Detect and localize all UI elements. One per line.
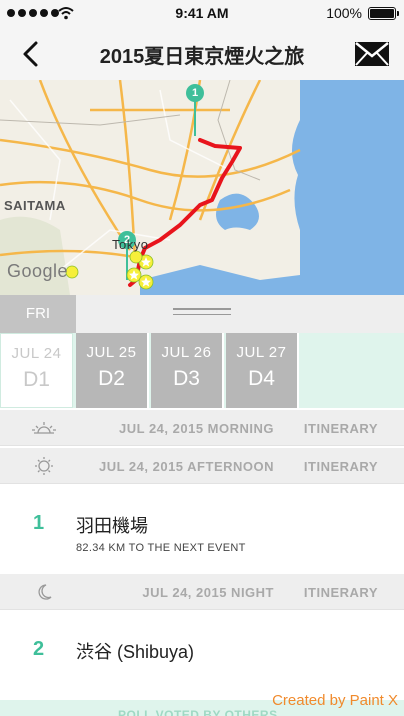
tab-day-4[interactable]: JUL 27 D4 xyxy=(226,333,299,408)
chevron-left-icon xyxy=(23,41,38,67)
status-bar: 9:41 AM 100% xyxy=(0,0,404,28)
day-tabs: JUL 24 D1 JUL 25 D2 JUL 26 D3 JUL 27 D4 xyxy=(0,333,404,408)
tab-day-number: D4 xyxy=(248,367,275,390)
event-title: 渋谷 (Shibuya) xyxy=(76,642,195,662)
tab-date: JUL 27 xyxy=(236,344,287,361)
section-label: JUL 24, 2015 AFTERNOON xyxy=(99,459,274,474)
weekday-label: FRI xyxy=(0,295,76,333)
section-label: JUL 24, 2015 MORNING xyxy=(119,421,274,436)
tab-date: JUL 26 xyxy=(161,344,212,361)
page-title: 2015夏日東京煙火之旅 xyxy=(99,46,305,68)
event-distance: 82.34 KM TO THE NEXT EVENT xyxy=(76,542,246,554)
poll-label: POLL VOTED BY OTHERS xyxy=(118,708,278,716)
tab-date: JUL 25 xyxy=(86,344,137,361)
event-number: 1 xyxy=(33,512,45,534)
tab-day-2[interactable]: JUL 25 D2 xyxy=(76,333,149,408)
tab-day-1[interactable]: JUL 24 D1 xyxy=(0,333,73,408)
tab-day-3[interactable]: JUL 26 D3 xyxy=(151,333,224,408)
nav-bar: 2015夏日東京煙火之旅 xyxy=(0,28,404,80)
event-number: 2 xyxy=(33,638,45,660)
event-row-1[interactable]: 1 羽田機場 82.34 KM TO THE NEXT EVENT xyxy=(0,486,404,574)
section-label: JUL 24, 2015 NIGHT xyxy=(142,585,274,600)
itinerary-link[interactable]: ITINERARY xyxy=(304,421,378,436)
map-label-saitama: SAITAMA xyxy=(4,198,66,213)
back-button[interactable] xyxy=(16,38,46,70)
day-strip: FRI xyxy=(0,295,404,333)
moon-icon xyxy=(38,584,52,600)
sun-icon xyxy=(35,457,53,475)
mail-button[interactable] xyxy=(354,41,390,67)
section-header-morning: JUL 24, 2015 MORNING ITINERARY xyxy=(0,410,404,446)
section-header-night: JUL 24, 2015 NIGHT ITINERARY xyxy=(0,574,404,610)
map-pin-1[interactable]: 1 xyxy=(186,84,204,102)
itinerary-link[interactable]: ITINERARY xyxy=(304,459,378,474)
watermark: Created by Paint X xyxy=(272,692,398,709)
google-logo: Google xyxy=(7,261,69,281)
route-map[interactable]: 1 2 SAITAMA Tokyo Google xyxy=(0,80,404,295)
envelope-icon xyxy=(355,42,389,66)
battery-percent: 100% xyxy=(326,5,362,21)
tab-date: JUL 24 xyxy=(11,345,62,362)
itinerary-link[interactable]: ITINERARY xyxy=(304,585,378,600)
tab-day-number: D1 xyxy=(23,368,50,391)
tab-day-number: D2 xyxy=(98,367,125,390)
tab-day-number: D3 xyxy=(173,367,200,390)
battery-icon xyxy=(368,7,399,20)
drag-handle-icon[interactable] xyxy=(173,308,231,322)
event-title: 羽田機場 xyxy=(76,516,148,536)
event-row-2[interactable]: 2 渋谷 (Shibuya) xyxy=(0,612,404,700)
map-label-tokyo: Tokyo xyxy=(112,237,149,252)
section-header-afternoon: JUL 24, 2015 AFTERNOON ITINERARY xyxy=(0,448,404,484)
sunrise-icon xyxy=(32,422,56,434)
